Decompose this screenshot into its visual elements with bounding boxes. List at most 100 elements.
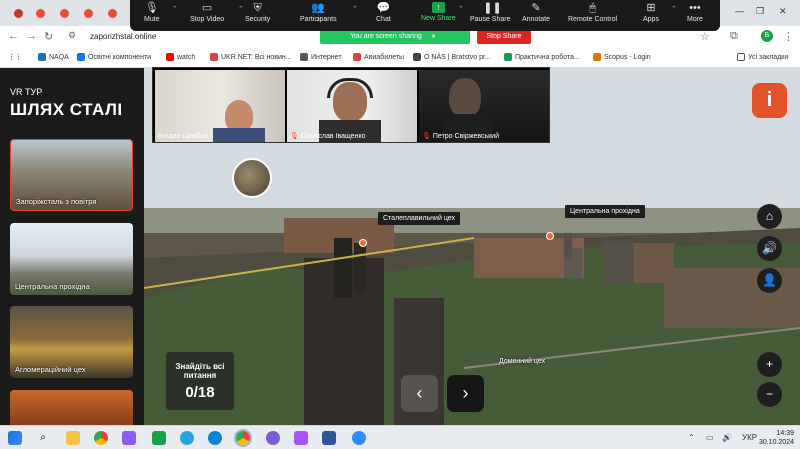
extensions-icon[interactable]: ⧉ — [730, 30, 738, 43]
site-info-icon[interactable]: ⚙ — [68, 30, 76, 41]
viber-icon[interactable] — [266, 431, 280, 445]
next-arrow-icon[interactable]: › — [447, 375, 484, 412]
zoom-app-icon[interactable] — [352, 431, 366, 445]
bookmark-item[interactable]: Освітні компоненти — [77, 53, 151, 61]
ellipsis-icon: ••• — [689, 2, 701, 14]
card-steel-shop[interactable] — [10, 390, 133, 425]
zoom-out-icon[interactable]: − — [757, 382, 782, 407]
sharing-banner: You are screen sharing ⏸ — [320, 30, 470, 44]
chevron-up-icon[interactable]: ⌃ — [671, 5, 677, 13]
download-icon[interactable] — [152, 431, 166, 445]
bookmark-item[interactable]: Scopus - Login — [593, 53, 651, 61]
card-aerial[interactable]: Запоріжсталь з повітря — [10, 139, 133, 211]
panorama-thumbnail[interactable] — [232, 158, 272, 198]
previous-arrow-icon[interactable]: ‹ — [401, 375, 438, 412]
participants-button[interactable]: 👥3 Participants — [300, 2, 337, 23]
chevron-up-icon[interactable]: ⌃ — [352, 5, 358, 13]
user-icon[interactable]: 👤 — [757, 268, 782, 293]
bookmark-item[interactable]: Авиабилеты — [353, 53, 404, 61]
bookmark-item[interactable]: Интернет — [300, 53, 342, 61]
bookmark-label: Авиабилеты — [364, 53, 405, 61]
network-icon[interactable]: ▭ — [706, 433, 714, 442]
zoom-in-icon[interactable]: + — [757, 352, 782, 377]
all-bookmarks[interactable]: Усі закладки — [737, 53, 788, 61]
hotspot-marker[interactable] — [546, 232, 554, 240]
hotspot-marker[interactable] — [359, 239, 367, 247]
info-button[interactable]: i — [752, 83, 787, 118]
shield-icon: ⛨ — [253, 2, 262, 14]
tray-chevron-icon[interactable]: ⌃ — [688, 433, 695, 442]
apps-grid-icon[interactable]: ⋮⋮ — [8, 53, 22, 61]
home-icon[interactable]: ⌂ — [757, 204, 782, 229]
card-central-gate[interactable]: Центральна прохідна — [10, 223, 133, 295]
counter-title: Знайдіть всі питання — [175, 362, 225, 380]
tab-icon[interactable] — [78, 5, 98, 21]
mic-muted-icon: 🎙 — [422, 133, 431, 140]
security-button[interactable]: ⛨ Security — [245, 2, 270, 23]
language-indicator[interactable]: УКР — [742, 433, 757, 442]
start-icon[interactable] — [8, 431, 22, 445]
reload-icon[interactable]: ↻ — [44, 30, 53, 43]
scopus-icon — [593, 53, 601, 61]
chevron-up-icon[interactable]: ⌃ — [172, 5, 178, 13]
hotspot-label[interactable]: Сталеплавильний цех — [378, 212, 460, 225]
bookmark-star-icon[interactable]: ☆ — [700, 30, 710, 43]
sound-icon[interactable]: 🔊 — [757, 236, 782, 261]
pause-icon: ❚❚ — [483, 2, 502, 14]
stop-share-button[interactable]: Stop Share — [477, 30, 531, 44]
edge-icon[interactable] — [208, 431, 222, 445]
more-button[interactable]: ••• More — [687, 2, 703, 23]
participant-name-tag: Богдан Цимбал — [158, 133, 208, 140]
profile-avatar[interactable]: Б — [761, 30, 773, 42]
participant-video[interactable]: 🎙 Станіслав Іващенко — [287, 70, 417, 142]
stop-video-button[interactable]: ▭ Stop Video — [190, 2, 224, 23]
volume-icon[interactable]: 🔊 — [722, 433, 732, 442]
counter-value: 0/18 — [185, 384, 215, 401]
tab-icon[interactable] — [102, 5, 122, 21]
url-field[interactable]: zaporizhstal.online — [90, 32, 156, 41]
tab-icon[interactable] — [30, 5, 50, 21]
telegram-icon[interactable] — [180, 431, 194, 445]
tab-icon[interactable] — [8, 5, 28, 21]
minimize-icon[interactable]: — — [735, 6, 744, 16]
search-icon[interactable]: ⌕ — [36, 431, 50, 445]
tab-icon[interactable] — [54, 5, 74, 21]
back-icon[interactable]: ← — [8, 30, 19, 42]
remote-control-button[interactable]: 🖱 Remote Control — [568, 2, 617, 23]
forward-icon[interactable]: → — [26, 30, 37, 42]
bookmark-item[interactable]: О NÁS | Bratstvo pr... — [413, 53, 491, 61]
pause-share-button[interactable]: ❚❚ Pause Share — [470, 2, 510, 23]
bookmark-item[interactable]: NAQA — [38, 53, 69, 61]
app-icon[interactable] — [294, 431, 308, 445]
restore-icon[interactable]: ❐ — [756, 6, 764, 17]
annotate-button[interactable]: ✎ Annotate — [522, 2, 550, 23]
chat-button[interactable]: 💬 Chat — [376, 2, 391, 23]
close-icon[interactable]: ✕ — [779, 6, 787, 17]
word-icon[interactable] — [322, 431, 336, 445]
chevron-up-icon[interactable]: ⌃ — [238, 5, 244, 13]
annotate-label: Annotate — [522, 16, 551, 23]
hotspot-label[interactable]: Доменний цех — [499, 358, 545, 365]
hotspot-label[interactable]: Центральна прохідна — [565, 205, 645, 218]
card-sinter-plant[interactable]: Агломераційний цех — [10, 306, 133, 378]
pause-small-icon[interactable]: ⏸ — [432, 33, 436, 40]
bookmark-item[interactable]: watch — [166, 53, 195, 61]
bookmark-item[interactable]: UKR.NET: Всі новин... — [210, 53, 292, 61]
bookmark-item[interactable]: Практична робота... — [504, 53, 580, 61]
chrome-active-icon[interactable] — [234, 429, 252, 447]
clock[interactable]: 14:39 30.10.2024 — [759, 429, 794, 447]
chevron-up-icon[interactable]: ⌃ — [458, 5, 464, 13]
bookmark-label: Освітні компоненти — [88, 53, 152, 61]
participant-video[interactable]: 🎙 Петро Свіржевський — [419, 70, 549, 142]
participant-name-tag: 🎙 Петро Свіржевський — [422, 132, 499, 141]
new-share-button[interactable]: ↑ New Share — [421, 2, 456, 22]
participant-video[interactable]: Богдан Цимбал — [155, 70, 285, 142]
zoom-video-strip: Богдан Цимбал 🎙 Станіслав Іващенко 🎙 Петро… — [152, 67, 550, 143]
file-explorer-icon[interactable] — [66, 431, 80, 445]
teams-icon[interactable] — [122, 431, 136, 445]
menu-icon[interactable]: ⋮ — [783, 30, 794, 43]
apps-button[interactable]: ⊞ Apps — [643, 2, 659, 23]
chrome-icon[interactable] — [94, 431, 108, 445]
chat-icon: 💬 — [376, 2, 391, 14]
mute-button[interactable]: 🎙 Mute — [144, 2, 160, 23]
